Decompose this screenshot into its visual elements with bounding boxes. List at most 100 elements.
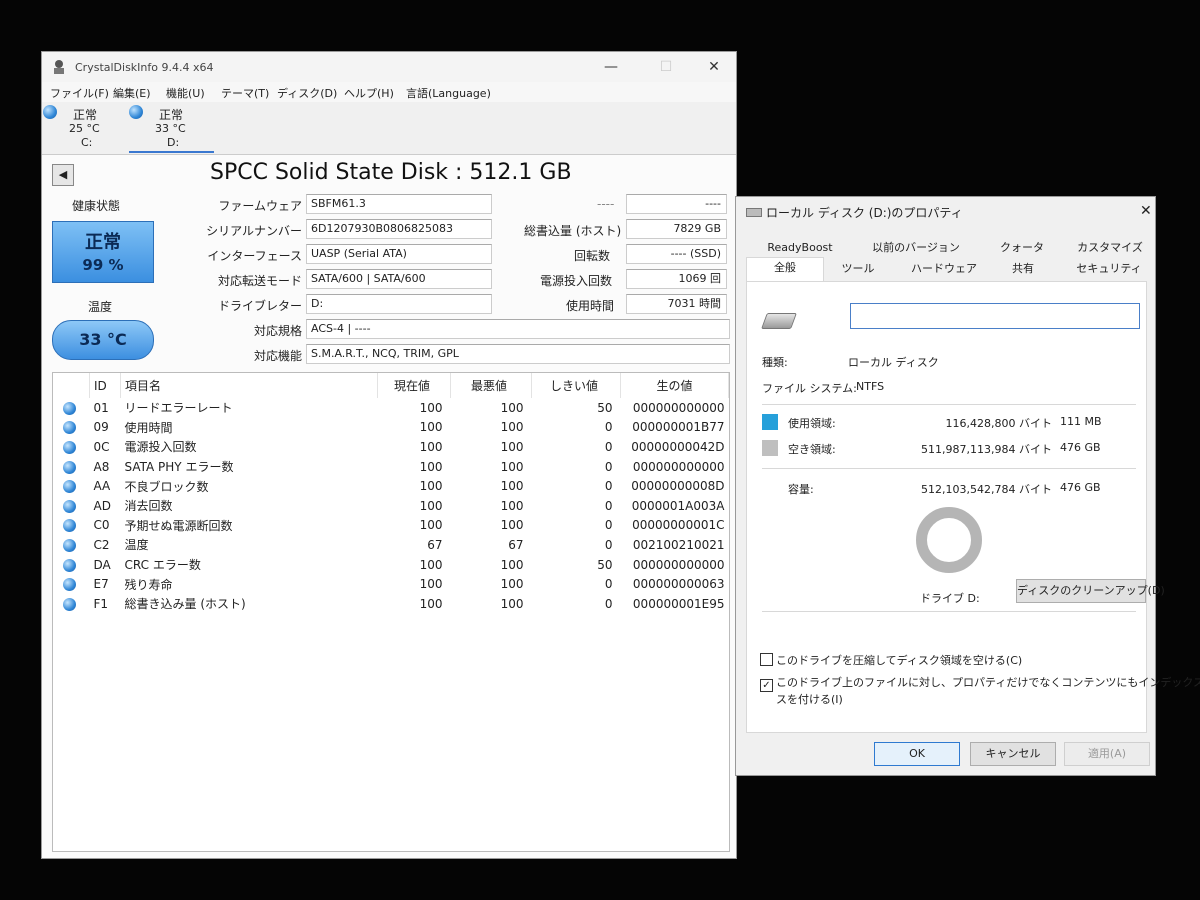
temperature-label: 温度: [88, 300, 113, 314]
smart-row[interactable]: C2 温度 67 67 0 002100210021: [53, 535, 729, 555]
compress-label[interactable]: このドライブを圧縮してディスク領域を空ける(C): [776, 652, 1022, 668]
index-label-line1[interactable]: このドライブ上のファイルに対し、プロパティだけでなくコンテンツにもインデックス: [776, 674, 1200, 690]
index-checkbox[interactable]: ✓: [760, 679, 773, 692]
smart-raw: 0000001A003A: [631, 498, 725, 513]
file-system-value: NTFS: [856, 380, 885, 393]
smart-row[interactable]: E7 残り寿命 100 100 0 000000000063: [53, 574, 729, 594]
smart-row[interactable]: DA CRC エラー数 100 100 50 000000000000: [53, 555, 729, 575]
power-hours-label: 使用時間: [566, 299, 615, 313]
apply-button[interactable]: 適用(A): [1064, 742, 1150, 766]
col-threshold[interactable]: しきい値: [531, 373, 621, 398]
tab-customize[interactable]: カスタマイズ: [1070, 238, 1150, 257]
smart-threshold: 0: [604, 439, 613, 454]
smart-current: 100: [419, 439, 443, 454]
index-label-line2[interactable]: スを付ける(I): [776, 691, 843, 707]
used-space-size: 111 MB: [1060, 415, 1102, 428]
menu-language[interactable]: 言語(Language): [406, 85, 491, 101]
used-space-swatch: [762, 414, 778, 430]
active-tab-indicator: [129, 151, 214, 153]
tab-tools[interactable]: ツール: [830, 259, 886, 278]
smart-row[interactable]: AA 不良ブロック数 100 100 0 00000000008D: [53, 476, 729, 496]
smart-row[interactable]: AD 消去回数 100 100 0 0000001A003A: [53, 496, 729, 516]
app-icon: [52, 59, 66, 75]
smart-attribute: 消去回数: [124, 499, 173, 514]
health-label: 健康状態: [72, 199, 121, 213]
col-current[interactable]: 現在値: [377, 373, 451, 398]
maximize-icon[interactable]: ☐: [655, 57, 677, 77]
smart-row[interactable]: A8 SATA PHY エラー数 100 100 0 000000000000: [53, 457, 729, 477]
separator: [762, 468, 1136, 469]
dialog-title: ローカル ディスク (D:)のプロパティ: [766, 206, 963, 220]
status-orb-cell: [53, 418, 90, 438]
smart-id: DA: [93, 557, 111, 572]
smart-threshold: 0: [604, 479, 613, 494]
smart-id: E7: [93, 577, 109, 592]
title-bar[interactable]: CrystalDiskInfo 9.4.4 x64 — ☐ ✕: [42, 52, 736, 82]
menu-file[interactable]: ファイル(F): [50, 85, 109, 101]
tab-sharing[interactable]: 共有: [998, 259, 1048, 278]
smart-attribute: CRC エラー数: [124, 558, 201, 573]
col-attribute[interactable]: 項目名: [120, 373, 378, 398]
drive-label: ドライブ D:: [920, 592, 980, 605]
ok-button[interactable]: OK: [874, 742, 960, 766]
smart-id: 01: [93, 400, 109, 415]
smart-threshold: 0: [604, 459, 613, 474]
menu-theme[interactable]: テーマ(T): [221, 85, 269, 101]
smart-threshold: 0: [604, 577, 613, 592]
host-writes-value: 7829 GB: [626, 219, 727, 239]
col-worst[interactable]: 最悪値: [450, 373, 532, 398]
status-orb-icon: [63, 480, 76, 494]
cancel-button[interactable]: キャンセル: [970, 742, 1056, 766]
minimize-icon[interactable]: —: [600, 57, 622, 77]
firmware-value: SBFM61.3: [306, 194, 492, 214]
col-raw[interactable]: 生の値: [620, 373, 729, 398]
blank-label: ----: [597, 197, 615, 211]
blank-value: ----: [626, 194, 727, 214]
status-orb-icon: [63, 421, 76, 435]
menu-function[interactable]: 機能(U): [166, 85, 205, 101]
tab-security[interactable]: セキュリティ: [1066, 259, 1152, 278]
status-orb-icon: [63, 578, 76, 592]
status-orb-cell: [53, 555, 90, 575]
tab-hardware[interactable]: ハードウェア: [896, 259, 992, 278]
smart-attribute: SATA PHY エラー数: [124, 460, 234, 475]
status-orb-cell: [53, 398, 90, 418]
smart-current: 100: [419, 479, 443, 494]
tab-general[interactable]: 全般: [746, 257, 824, 282]
compress-checkbox[interactable]: [760, 653, 773, 666]
menu-disk[interactable]: ディスク(D): [277, 85, 337, 101]
temperature-value[interactable]: 33 °C: [52, 320, 154, 360]
tab-previous-versions[interactable]: 以前のバージョン: [858, 238, 974, 257]
usage-donut-chart: [916, 507, 982, 573]
tab-quota[interactable]: クォータ: [984, 238, 1060, 257]
menu-edit[interactable]: 編集(E): [113, 85, 151, 101]
smart-row[interactable]: 0C 電源投入回数 100 100 0 00000000042D: [53, 437, 729, 457]
disk-cleanup-button[interactable]: ディスクのクリーンアップ(D): [1016, 579, 1165, 603]
menu-help[interactable]: ヘルプ(H): [344, 85, 394, 101]
smart-row[interactable]: 01 リードエラーレート 100 100 50 000000000000: [53, 398, 729, 418]
smart-raw: 00000000001C: [632, 518, 725, 533]
previous-disk-button[interactable]: ◀: [52, 164, 74, 186]
smart-worst: 100: [500, 557, 524, 572]
health-status-box[interactable]: 正常 99 %: [52, 221, 154, 283]
status-orb-icon: [63, 558, 76, 572]
tab-readyboost[interactable]: ReadyBoost: [758, 238, 842, 257]
smart-worst: 100: [500, 400, 524, 415]
close-icon[interactable]: ✕: [703, 57, 725, 77]
smart-attribute: 電源投入回数: [124, 440, 197, 455]
standard-value: ACS-4 | ----: [306, 319, 730, 339]
disk-tab-c[interactable]: 正常 25 °C C:: [43, 102, 113, 152]
smart-attribute: 総書き込み量 (ホスト): [124, 597, 246, 612]
smart-id: 09: [93, 420, 109, 435]
volume-name-input[interactable]: [850, 303, 1140, 329]
smart-worst: 100: [500, 518, 524, 533]
firmware-label: ファームウェア: [218, 199, 302, 213]
disk-tab-d[interactable]: 正常 33 °C D:: [129, 102, 214, 152]
smart-row[interactable]: 09 使用時間 100 100 0 000000001B77: [53, 418, 729, 438]
smart-row[interactable]: F1 総書き込み量 (ホスト) 100 100 0 000000001E95: [53, 594, 729, 614]
status-orb-cell: [53, 457, 90, 477]
smart-row[interactable]: C0 予期せぬ電源断回数 100 100 0 00000000001C: [53, 516, 729, 536]
close-icon[interactable]: ✕: [1140, 203, 1152, 219]
crystaldiskinfo-window: CrystalDiskInfo 9.4.4 x64 — ☐ ✕ ファイル(F) …: [41, 51, 737, 859]
col-id[interactable]: ID: [89, 373, 121, 398]
